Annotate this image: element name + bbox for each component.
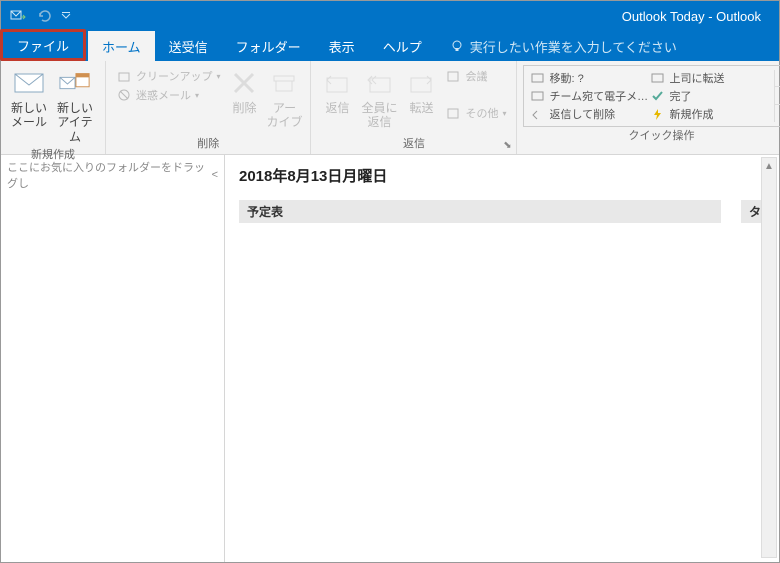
today-date-header: 2018年8月13日月曜日 — [239, 165, 765, 186]
meeting-label: 会議 — [465, 68, 487, 84]
meeting-button[interactable]: 会議 — [441, 67, 510, 85]
quicksteps-gallery-nav: ▲ ▼ ▾ — [774, 70, 780, 122]
reply-icon — [321, 67, 353, 99]
tab-file[interactable]: ファイル — [0, 29, 86, 61]
send-receive-all-icon[interactable] — [7, 5, 29, 27]
favorites-hint-text: ここにお気に入りのフォルダーをドラッグし — [7, 159, 212, 191]
collapse-pane-icon[interactable]: < — [212, 169, 218, 181]
archive-icon — [268, 67, 300, 99]
delete-button[interactable]: 削除 — [224, 65, 264, 117]
forward-icon — [405, 67, 437, 99]
ribbon-group-quicksteps: 移動: ? チーム宛て電子メ… 返信して削除 上司に転送 完了 新規作成 ▲ ▼… — [517, 61, 780, 154]
content-area: ここにお気に入りのフォルダーをドラッグし < 2018年8月13日月曜日 予定表… — [1, 155, 779, 562]
tab-help[interactable]: ヘルプ — [369, 31, 436, 61]
quickstep-move-to[interactable]: 移動: ? — [530, 70, 650, 85]
quicksteps-gallery: 移動: ? チーム宛て電子メ… 返信して削除 上司に転送 完了 新規作成 ▲ ▼… — [523, 65, 780, 127]
archive-label: アー カイブ — [266, 101, 302, 130]
delete-label: 削除 — [232, 101, 256, 115]
new-items-icon — [59, 67, 91, 99]
meeting-icon — [445, 68, 461, 84]
quick-access-toolbar — [7, 5, 73, 27]
lightbulb-icon — [450, 39, 464, 53]
junk-label: 迷惑メール — [136, 87, 191, 103]
window-title: Outlook Today - Outlook — [73, 9, 773, 24]
check-icon — [650, 89, 664, 103]
envelope-icon — [13, 67, 45, 99]
lightning-icon — [650, 107, 664, 121]
cleanup-label: クリーンアップ — [136, 68, 212, 84]
gallery-up-button[interactable]: ▲ — [775, 70, 780, 87]
reply-label: 返信 — [325, 101, 349, 115]
quickstep-done[interactable]: 完了 — [650, 88, 770, 103]
quickstep-create-new[interactable]: 新規作成 — [650, 107, 770, 122]
tell-me-label: 実行したい作業を入力してください — [470, 37, 677, 56]
tab-view[interactable]: 表示 — [315, 31, 369, 61]
reply-all-icon — [363, 67, 395, 99]
to-boss-icon — [650, 71, 664, 85]
reply-all-button[interactable]: 全員に 返信 — [357, 65, 401, 132]
group-label-reply: 返信 — [311, 135, 516, 154]
vertical-scrollbar[interactable]: ▲ — [761, 157, 777, 558]
new-item-label: 新しい アイテム — [53, 101, 97, 144]
forward-label: 転送 — [409, 101, 433, 115]
tab-folder[interactable]: フォルダー — [222, 31, 315, 61]
tab-send-receive[interactable]: 送受信 — [155, 31, 222, 61]
more-label: その他 — [465, 105, 498, 121]
scroll-up-icon[interactable]: ▲ — [762, 158, 776, 174]
favorites-drop-hint[interactable]: ここにお気に入りのフォルダーをドラッグし < — [1, 155, 224, 195]
delete-x-icon — [228, 67, 260, 99]
reply-delete-icon — [530, 107, 544, 121]
new-item-button[interactable]: 新しい アイテム — [51, 65, 99, 146]
gallery-more-button[interactable]: ▾ — [775, 105, 780, 122]
folder-move-icon — [530, 71, 544, 85]
quickstep-to-boss[interactable]: 上司に転送 — [650, 70, 770, 85]
ribbon: 新しい メール 新しい アイテム 新規作成 クリーンアップ▾ 迷惑メール▾ — [1, 61, 779, 155]
reply-button[interactable]: 返信 — [317, 65, 357, 117]
quickstep-team-email[interactable]: チーム宛て電子メ… — [530, 88, 650, 103]
team-mail-icon — [530, 89, 544, 103]
reply-group-launcher[interactable]: ⬊ — [500, 138, 514, 152]
new-mail-label: 新しい メール — [11, 101, 47, 130]
cleanup-button[interactable]: クリーンアップ▾ — [112, 67, 224, 85]
outlook-today-main: 2018年8月13日月曜日 予定表 タ — [225, 155, 779, 562]
ribbon-group-new: 新しい メール 新しい アイテム 新規作成 — [1, 61, 106, 154]
folder-pane: ここにお気に入りのフォルダーをドラッグし < — [1, 155, 225, 562]
new-mail-button[interactable]: 新しい メール — [7, 65, 51, 132]
undo-icon[interactable] — [33, 5, 55, 27]
forward-button[interactable]: 転送 — [401, 65, 441, 117]
qat-customize-icon[interactable] — [59, 5, 73, 27]
cleanup-icon — [116, 68, 132, 84]
more-icon — [445, 105, 461, 121]
tell-me-search[interactable]: 実行したい作業を入力してください — [436, 31, 691, 61]
gallery-down-button[interactable]: ▼ — [775, 87, 780, 104]
ribbon-tabs: ファイル ホーム 送受信 フォルダー 表示 ヘルプ 実行したい作業を入力してくだ… — [1, 31, 779, 61]
quickstep-reply-delete[interactable]: 返信して削除 — [530, 107, 650, 122]
tab-home[interactable]: ホーム — [88, 31, 155, 61]
calendar-section-header[interactable]: 予定表 — [239, 200, 721, 223]
more-button[interactable]: その他▾ — [441, 104, 510, 122]
group-label-quicksteps: クイック操作 — [517, 127, 780, 146]
junk-icon — [116, 87, 132, 103]
title-bar: Outlook Today - Outlook — [1, 1, 779, 31]
ribbon-group-reply: 返信 全員に 返信 転送 会議 その他▾ 返信 — [311, 61, 517, 154]
group-label-delete: 削除 — [106, 135, 310, 154]
ribbon-group-delete: クリーンアップ▾ 迷惑メール▾ 削除 アー カイブ 削除 — [106, 61, 311, 154]
archive-button[interactable]: アー カイブ — [264, 65, 304, 132]
junk-button[interactable]: 迷惑メール▾ — [112, 86, 224, 104]
reply-all-label: 全員に 返信 — [361, 101, 397, 130]
